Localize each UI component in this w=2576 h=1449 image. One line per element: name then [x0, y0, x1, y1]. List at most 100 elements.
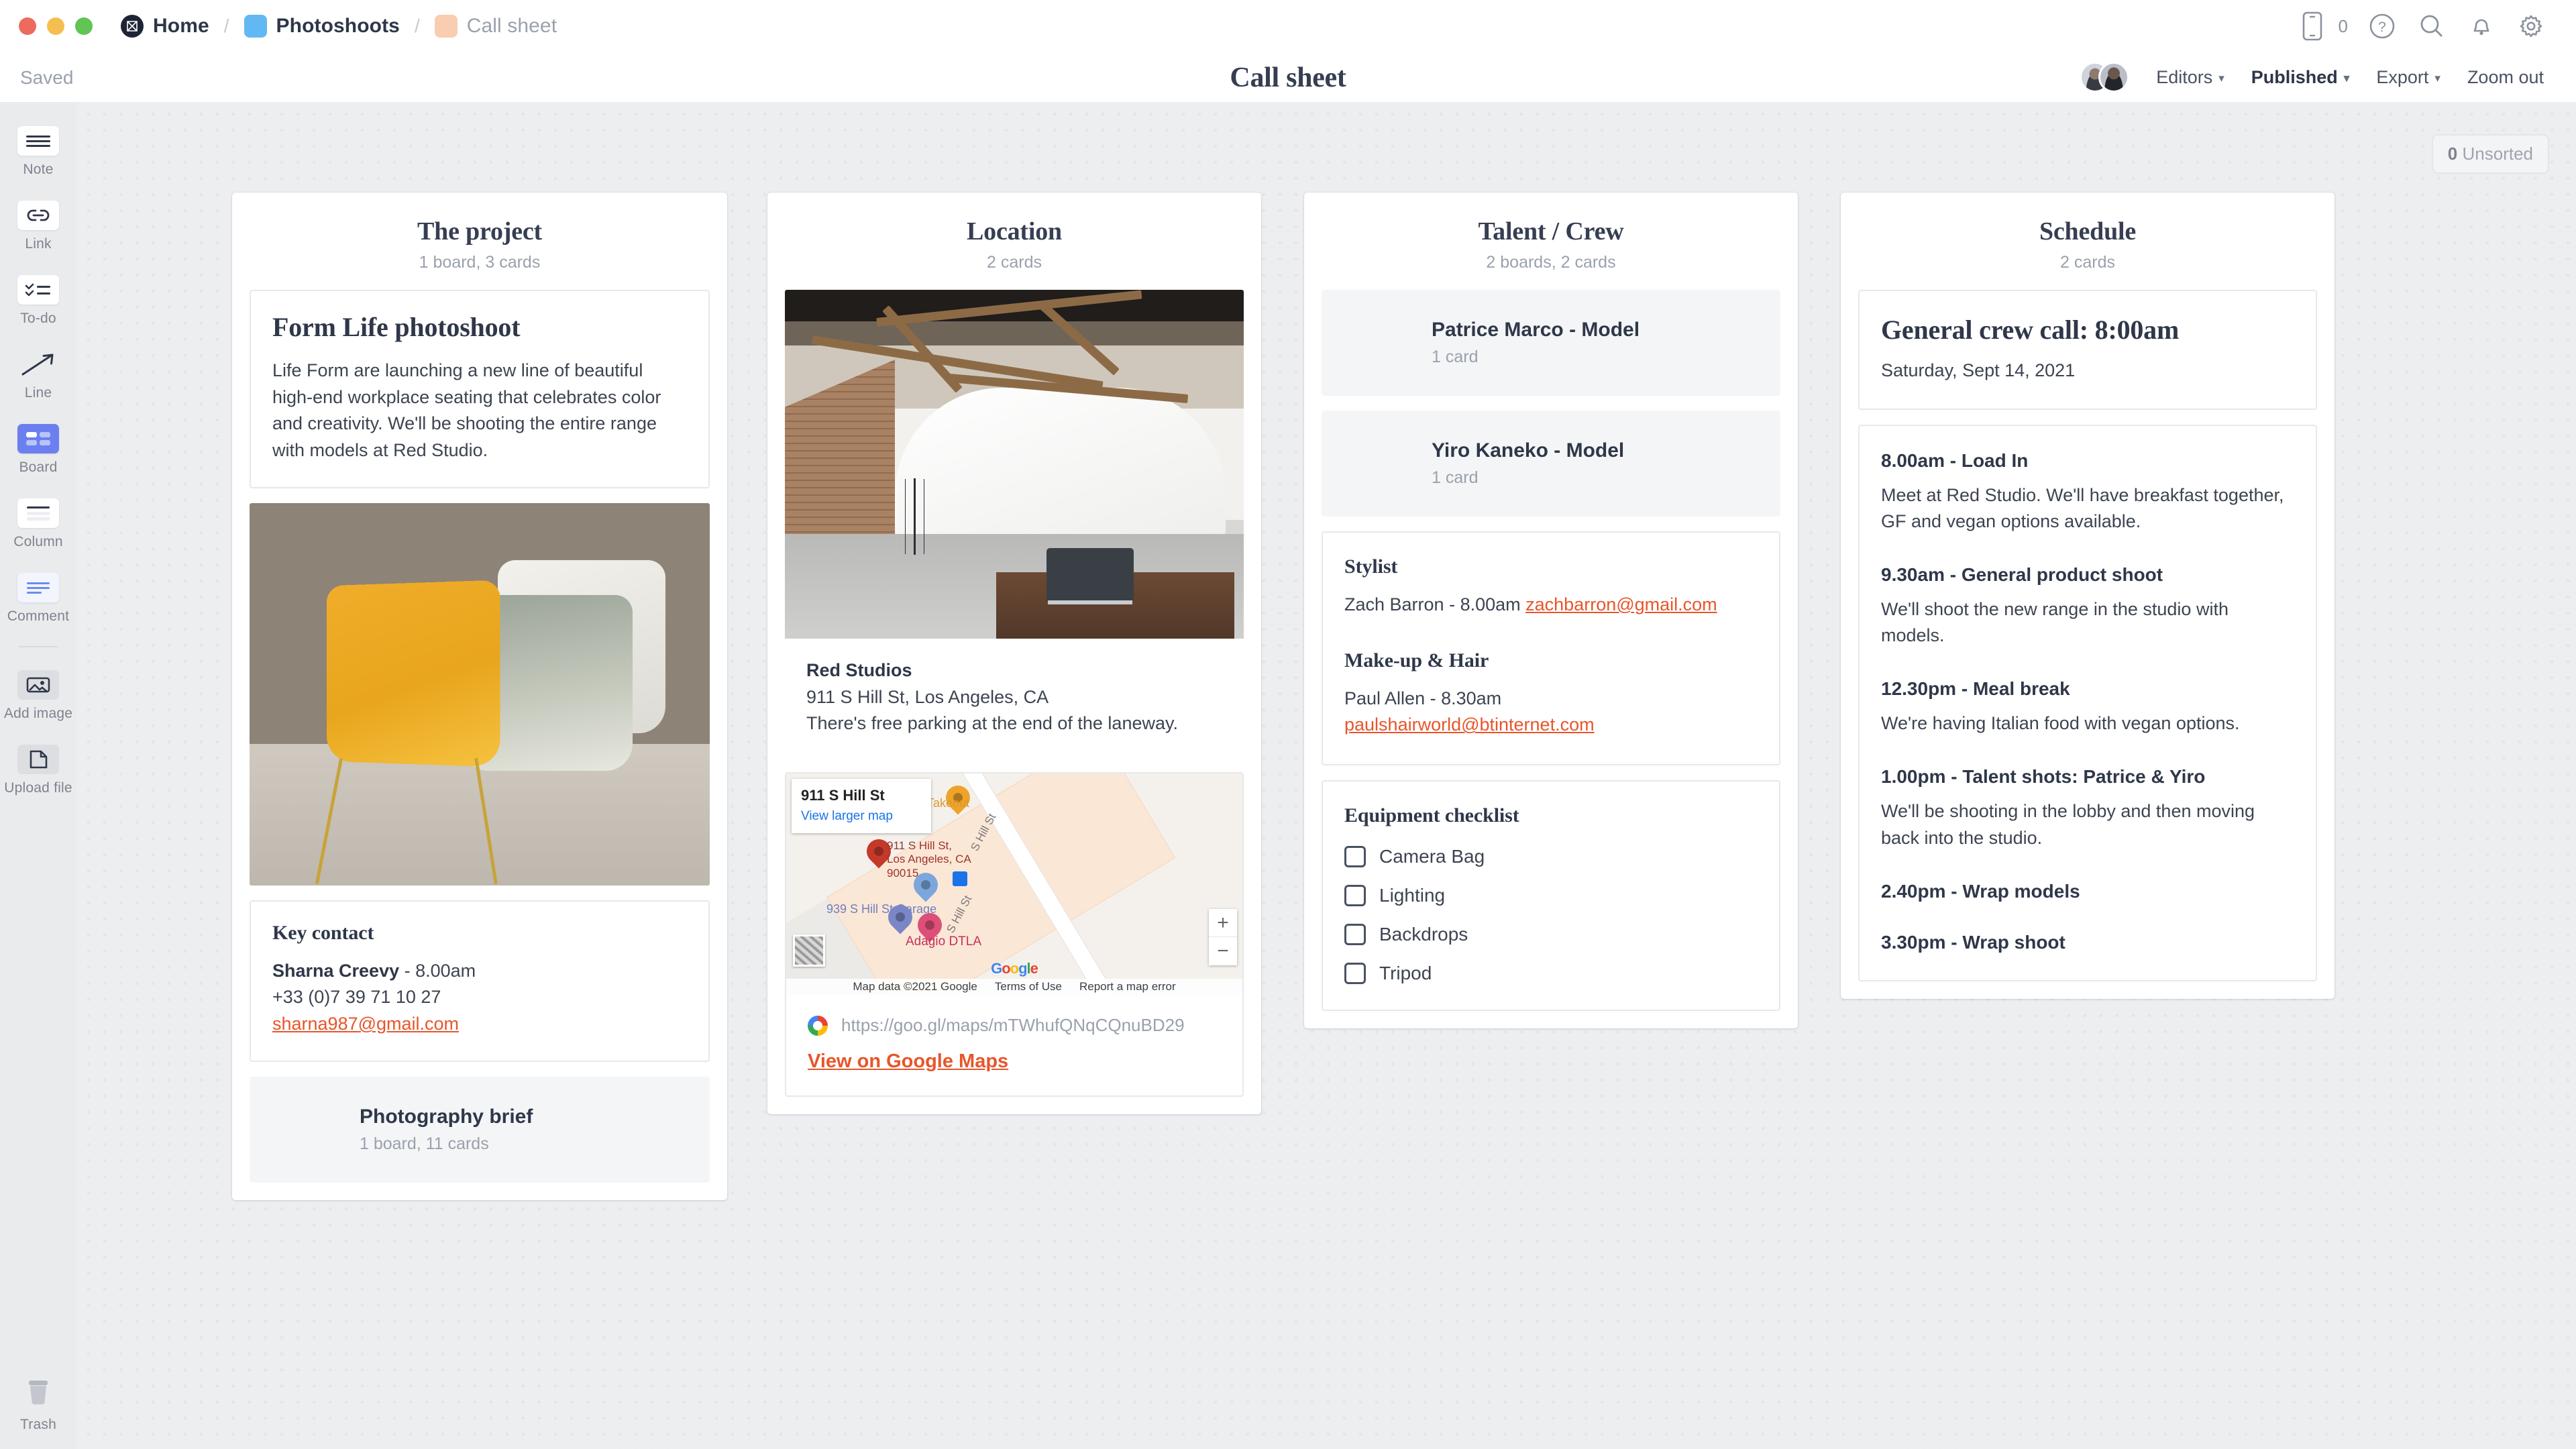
column-body: Form Life photoshoot Life Form are launc…: [232, 290, 727, 1200]
map-info-card: 911 S Hill St View larger map: [792, 779, 931, 834]
tool-board[interactable]: Board: [0, 424, 76, 476]
tool-label: Upload file: [4, 780, 72, 796]
map-zoom-controls[interactable]: + −: [1209, 909, 1237, 966]
contact-heading: Key contact: [272, 921, 374, 944]
board-icon: [17, 424, 59, 453]
breadcrumb-item-home[interactable]: Home: [121, 15, 209, 38]
blue-board-icon: [244, 15, 267, 38]
makeup-email-link[interactable]: paulshairworld@btinternet.com: [1344, 714, 1595, 735]
card-person-yiro[interactable]: Yiro Kaneko - Model 1 card: [1322, 411, 1780, 517]
card-schedule-blocks[interactable]: 8.00am - Load In Meet at Red Studio. We'…: [1858, 424, 2317, 981]
tool-line[interactable]: Line: [0, 350, 76, 401]
view-larger-map-link[interactable]: View larger map: [801, 809, 922, 824]
checklist-label: Lighting: [1379, 885, 1446, 906]
close-window-button[interactable]: [19, 17, 36, 35]
map-zoom-in-button[interactable]: +: [1209, 909, 1237, 938]
tool-link[interactable]: Link: [0, 201, 76, 252]
maximize-window-button[interactable]: [75, 17, 93, 35]
line-arrow-icon: [17, 350, 59, 379]
stylist-email-link[interactable]: zachbarron@gmail.com: [1525, 594, 1717, 614]
tool-upload-file[interactable]: Upload file: [0, 745, 76, 796]
contact-email-link[interactable]: sharna987@gmail.com: [272, 1014, 459, 1034]
tool-label: Column: [13, 534, 63, 549]
contact-time: - 8.00am: [399, 960, 476, 981]
minimize-window-button[interactable]: [47, 17, 64, 35]
breadcrumb-item-photoshoots[interactable]: Photoshoots: [244, 15, 400, 38]
column-body: Patrice Marco - Model 1 card Yiro Kaneko…: [1304, 290, 1798, 1028]
checklist-heading: Equipment checklist: [1344, 804, 1519, 827]
published-menu-button[interactable]: Published ▾: [2238, 52, 2363, 102]
mobile-count: 0: [2338, 15, 2348, 36]
board-link-row[interactable]: Yiro Kaneko - Model 1 card: [1322, 411, 1780, 517]
help-icon[interactable]: ?: [2357, 0, 2407, 52]
view-on-google-maps-link[interactable]: View on Google Maps: [786, 1036, 1242, 1095]
column-schedule[interactable]: Schedule 2 cards General crew call: 8:00…: [1841, 193, 2334, 999]
card-equipment-checklist[interactable]: Equipment checklist Camera Bag Lighting …: [1322, 780, 1780, 1012]
card-person-patrice[interactable]: Patrice Marco - Model 1 card: [1322, 290, 1780, 396]
column-icon: [17, 498, 59, 528]
card-chairs-image[interactable]: [250, 502, 710, 885]
editor-avatars[interactable]: [2080, 62, 2130, 93]
board-canvas[interactable]: 0 Unsorted The project 1 board, 3 cards …: [76, 102, 2576, 1449]
card-map[interactable]: Midway S Hill St S Hill St Takeout 911 S…: [785, 772, 1244, 1097]
board-thumbnail: [268, 1094, 339, 1165]
tool-comment[interactable]: Comment: [0, 573, 76, 625]
schedule-time: 9.30am - General product shoot: [1881, 564, 2163, 585]
map-zoom-out-button[interactable]: −: [1209, 937, 1237, 965]
note-heading: Form Life photoshoot: [272, 312, 521, 342]
mobile-icon[interactable]: [2288, 0, 2337, 52]
column-the-project[interactable]: The project 1 board, 3 cards Form Life p…: [232, 193, 727, 1200]
tool-note[interactable]: Note: [0, 126, 76, 178]
card-roles[interactable]: Stylist Zach Barron - 8.00am zachbarron@…: [1322, 531, 1780, 766]
trash-button[interactable]: Trash: [0, 1377, 76, 1433]
checklist-label: Tripod: [1379, 963, 1432, 984]
checklist-item[interactable]: Tripod: [1344, 963, 1758, 985]
settings-icon[interactable]: [2506, 0, 2556, 52]
checklist-item[interactable]: Lighting: [1344, 885, 1758, 907]
unsorted-badge[interactable]: 0 Unsorted: [2431, 134, 2549, 174]
schedule-block: 8.00am - Load In Meet at Red Studio. We'…: [1881, 450, 2294, 535]
person-name: Yiro Kaneko - Model: [1432, 439, 1625, 462]
zoom-out-button[interactable]: Zoom out: [2454, 52, 2557, 102]
milanote-logo-icon: [121, 15, 144, 38]
tool-add-image[interactable]: Add image: [0, 670, 76, 722]
column-location[interactable]: Location 2 cards Red Studios 911 S Hill …: [767, 193, 1261, 1115]
bus-stop-icon: [953, 871, 967, 887]
export-menu-button[interactable]: Export ▾: [2363, 52, 2454, 102]
stylist-name: Zach Barron: [1344, 594, 1444, 614]
checkbox-icon[interactable]: [1344, 885, 1366, 907]
card-photography-brief[interactable]: Photography brief 1 board, 11 cards: [250, 1076, 710, 1183]
topbar-actions: 0 ?: [2288, 0, 2556, 52]
schedule-time: 3.30pm - Wrap shoot: [1881, 931, 2065, 953]
notifications-icon[interactable]: [2457, 0, 2506, 52]
board-link-row[interactable]: Photography brief 1 board, 11 cards: [250, 1076, 710, 1183]
board-link-row[interactable]: Patrice Marco - Model 1 card: [1322, 290, 1780, 396]
map-terms-link[interactable]: Terms of Use: [995, 980, 1062, 994]
card-crew-call[interactable]: General crew call: 8:00am Saturday, Sept…: [1858, 290, 2317, 410]
tool-column[interactable]: Column: [0, 498, 76, 550]
checkbox-icon[interactable]: [1344, 924, 1366, 946]
card-project-note[interactable]: Form Life photoshoot Life Form are launc…: [250, 290, 710, 488]
map-report-link[interactable]: Report a map error: [1079, 980, 1176, 994]
editors-menu-button[interactable]: Editors ▾: [2143, 52, 2238, 102]
map-satellite-toggle[interactable]: [793, 934, 825, 967]
google-watermark: Google: [991, 960, 1038, 977]
editors-label: Editors: [2156, 66, 2213, 87]
schedule-detail: We're having Italian food with vegan opt…: [1881, 713, 2240, 734]
card-key-contact[interactable]: Key contact Sharna Creevy - 8.00am +33 (…: [250, 900, 710, 1062]
google-icon: [808, 1015, 828, 1036]
todo-icon: [17, 275, 59, 305]
search-icon[interactable]: [2407, 0, 2457, 52]
export-label: Export: [2376, 66, 2429, 87]
google-map[interactable]: Midway S Hill St S Hill St Takeout 911 S…: [786, 773, 1242, 996]
checklist-item[interactable]: Backdrops: [1344, 924, 1758, 946]
svg-text:?: ?: [2378, 19, 2386, 35]
checkbox-icon[interactable]: [1344, 846, 1366, 868]
checkbox-icon[interactable]: [1344, 963, 1366, 985]
card-studio[interactable]: Red Studios 911 S Hill St, Los Angeles, …: [785, 290, 1244, 758]
breadcrumb-item-callsheet[interactable]: Call sheet: [434, 15, 557, 38]
column-talent-crew[interactable]: Talent / Crew 2 boards, 2 cards Patrice …: [1304, 193, 1798, 1029]
published-label: Published: [2251, 66, 2338, 87]
tool-todo[interactable]: To-do: [0, 275, 76, 327]
checklist-item[interactable]: Camera Bag: [1344, 846, 1758, 868]
